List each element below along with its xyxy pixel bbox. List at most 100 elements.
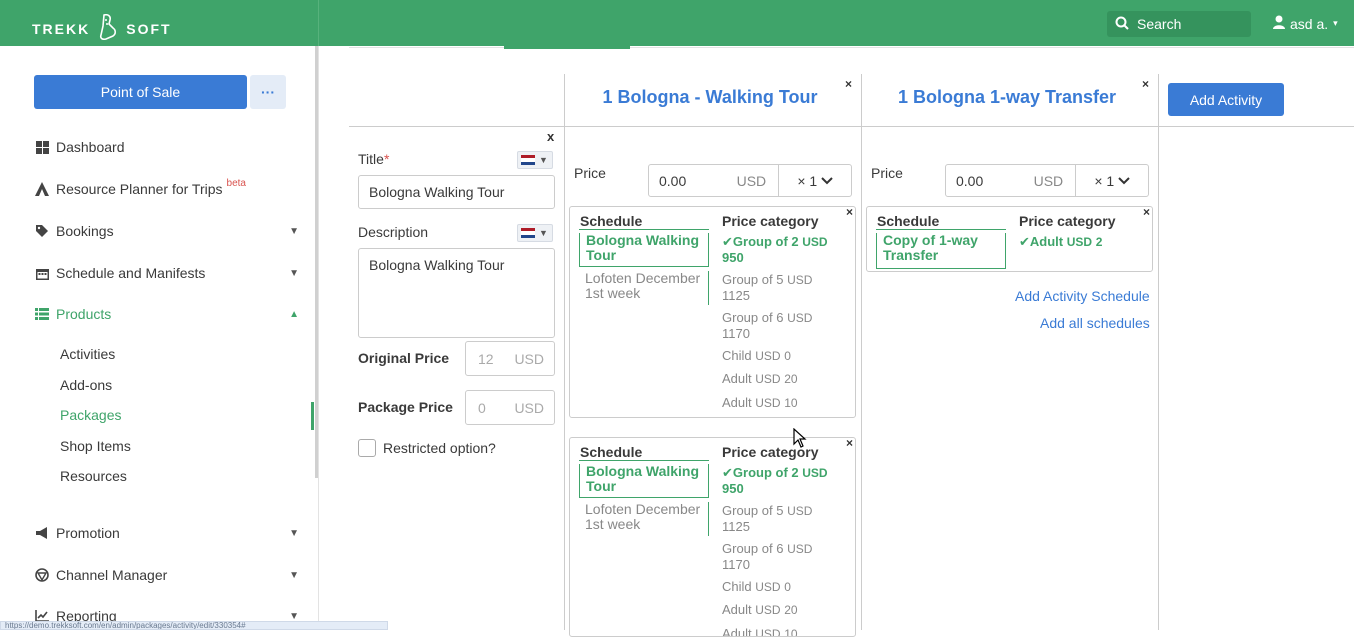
sidebar-item-resource-planner[interactable]: Resource Planner for Trips beta — [34, 177, 299, 201]
megaphone-icon — [34, 525, 50, 541]
top-bar: TREKK SOFT Search asd a. ▾ — [0, 0, 1354, 46]
sidebar-subitem-resources[interactable]: Resources — [60, 468, 127, 484]
sidebar-item-channel-manager[interactable]: Channel Manager ▼ — [34, 563, 299, 587]
currency-label: USD — [1033, 172, 1064, 189]
original-price-field[interactable]: 12 USD — [465, 341, 555, 376]
user-icon — [1273, 15, 1285, 32]
language-selector[interactable]: ▼ — [517, 224, 553, 242]
remove-schedule-button[interactable]: × — [846, 438, 853, 450]
package-price-placeholder: 0 — [478, 399, 486, 416]
sidebar-item-promotion[interactable]: Promotion ▼ — [34, 521, 299, 545]
price-category-option[interactable]: Adult USD 20 — [722, 602, 798, 618]
language-selector[interactable]: ▼ — [517, 151, 553, 169]
original-price-label: Original Price — [358, 350, 450, 366]
schedule-header: Schedule — [877, 213, 940, 229]
logo-text-left: TREKK — [32, 20, 91, 37]
schedule-selected[interactable]: Bologna Walking Tour — [579, 464, 709, 498]
sidebar-item-bookings[interactable]: Bookings ▼ — [34, 219, 299, 243]
schedule-card: × Schedule Price category Copy of 1-way … — [866, 206, 1153, 272]
network-icon — [34, 567, 50, 583]
multiplier-select[interactable]: × 1 — [778, 165, 851, 196]
trekksoft-logo[interactable]: TREKK SOFT — [32, 13, 172, 43]
title-field[interactable]: Bologna Walking Tour — [358, 175, 555, 209]
sidebar-item-products[interactable]: Products ▲ — [34, 302, 299, 326]
package-price-field[interactable]: 0 USD — [465, 390, 555, 425]
price-category-option[interactable]: Adult USD 10 — [722, 395, 798, 411]
sidebar-item-label: Products — [56, 306, 112, 322]
header-divider — [579, 229, 709, 230]
chevron-down-icon: ▼ — [289, 527, 299, 539]
sidebar-subitem-shop-items[interactable]: Shop Items — [60, 438, 131, 454]
price-category-option[interactable]: Child USD 0 — [722, 579, 791, 595]
price-label: Price — [574, 165, 606, 181]
user-menu[interactable]: asd a. ▾ — [1273, 15, 1338, 32]
remove-activity-button[interactable]: × — [1142, 77, 1149, 91]
add-activity-schedule-link[interactable]: Add Activity Schedule — [1015, 288, 1150, 304]
more-options-button[interactable]: ··· — [250, 75, 286, 109]
dashboard-icon — [34, 139, 50, 155]
remove-schedule-button[interactable]: × — [1143, 207, 1150, 219]
price-category-selected[interactable]: ✔Adult USD 2 — [1019, 234, 1102, 250]
search-icon — [1115, 16, 1129, 33]
sidebar-item-schedule[interactable]: Schedule and Manifests ▼ — [34, 261, 299, 285]
multiplier-select[interactable]: × 1 — [1075, 165, 1148, 196]
price-category-option[interactable]: Group of 6 USD 1170 — [722, 541, 812, 572]
description-field[interactable]: Bologna Walking Tour — [358, 248, 555, 338]
schedule-selected[interactable]: Bologna Walking Tour — [579, 233, 709, 267]
column-divider — [1158, 74, 1159, 630]
price-category-option[interactable]: Group of 5 USD 1125 — [722, 503, 812, 534]
column-divider — [861, 74, 862, 630]
activity-title: 1 Bologna - Walking Tour — [602, 87, 818, 107]
search-box[interactable]: Search — [1107, 11, 1251, 37]
sidebar-item-label: Promotion — [56, 525, 120, 541]
user-name: asd a. — [1290, 15, 1329, 32]
sidebar-subitem-activities[interactable]: Activities — [60, 346, 115, 362]
price-field[interactable]: 0.00 — [946, 165, 1034, 196]
chevron-down-icon — [821, 176, 833, 184]
logo-area: TREKK SOFT — [0, 0, 319, 46]
schedule-option[interactable]: Lofoten December 1st week — [579, 502, 709, 536]
sidebar-scrollbar[interactable] — [315, 46, 318, 478]
header-row-divider — [349, 126, 1354, 127]
chevron-down-icon — [1118, 176, 1130, 184]
chevron-down-icon: ▼ — [289, 267, 299, 279]
price-category-selected[interactable]: ✔Group of 2 USD 950 — [722, 465, 828, 496]
add-all-schedules-link[interactable]: Add all schedules — [1040, 315, 1150, 331]
resource-planner-icon — [34, 181, 50, 197]
price-category-selected[interactable]: ✔Group of 2 USD 950 — [722, 234, 828, 265]
schedule-option[interactable]: Lofoten December 1st week — [579, 271, 709, 305]
price-category-option[interactable]: Adult USD 10 — [722, 626, 798, 636]
schedule-card: × Schedule Price category Bologna Walkin… — [569, 206, 856, 418]
price-category-option[interactable]: Group of 5 USD 1125 — [722, 272, 812, 303]
sidebar-item-label: Schedule and Manifests — [56, 265, 206, 281]
chevron-up-icon: ▲ — [289, 308, 299, 320]
price-category-option[interactable]: Child USD 0 — [722, 348, 791, 364]
remove-schedule-button[interactable]: × — [846, 207, 853, 219]
price-category-option[interactable]: Adult USD 20 — [722, 371, 798, 387]
package-price-label: Package Price — [358, 399, 453, 415]
title-label: Title* — [358, 151, 390, 167]
logo-text-right: SOFT — [126, 20, 172, 37]
price-category-option[interactable]: Group of 6 USD 1170 — [722, 310, 812, 341]
status-bar-url: https://demo.trekksoft.com/en/admin/pack… — [0, 621, 388, 630]
sidebar-item-label: Resource Planner for Trips — [56, 181, 223, 197]
active-indicator — [311, 402, 314, 430]
sidebar-subitem-packages[interactable]: Packages — [60, 407, 121, 423]
netherlands-flag-icon — [521, 228, 535, 238]
sidebar-item-dashboard[interactable]: Dashboard — [34, 135, 299, 159]
remove-activity-button[interactable]: × — [845, 77, 852, 91]
activity-title: 1 Bologna 1-way Transfer — [897, 87, 1117, 107]
schedule-selected[interactable]: Copy of 1-way Transfer — [876, 233, 1006, 269]
price-field[interactable]: 0.00 — [649, 165, 737, 196]
sidebar-item-label: Channel Manager — [56, 567, 168, 583]
close-option-button[interactable]: x — [547, 129, 554, 144]
price-category-header: Price category — [722, 213, 819, 229]
currency-label: USD — [514, 399, 544, 416]
restricted-checkbox[interactable] — [358, 439, 376, 457]
add-activity-button[interactable]: Add Activity — [1168, 83, 1284, 116]
chevron-down-icon: ▼ — [539, 228, 548, 238]
point-of-sale-button[interactable]: Point of Sale — [34, 75, 247, 109]
sidebar-subitem-addons[interactable]: Add-ons — [60, 377, 112, 393]
calendar-icon — [34, 265, 50, 281]
header-divider — [876, 229, 1006, 230]
